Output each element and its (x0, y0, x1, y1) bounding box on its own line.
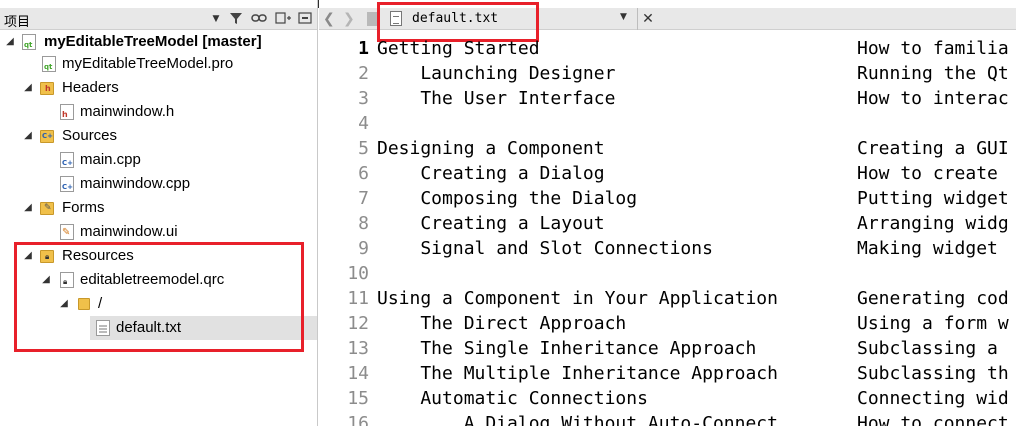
tree-item-pro-file[interactable]: qt myEditableTreeModel.pro (0, 52, 317, 76)
line-number: 5 (358, 138, 369, 159)
code-line-left: Creating a Layout (377, 213, 605, 234)
filter-icon[interactable] (228, 11, 244, 27)
line-number: 8 (358, 213, 369, 234)
expand-arrow-icon[interactable]: ◢ (22, 80, 34, 96)
tree-item-label: Forms (62, 199, 105, 216)
header-file-icon: h (60, 104, 74, 120)
code-line-right: How to connect (857, 413, 1009, 426)
forward-arrow-icon[interactable]: ❯ (343, 10, 357, 28)
close-tab-icon[interactable]: ✕ (641, 10, 655, 28)
tree-item-label: main.cpp (80, 151, 141, 168)
code-line-left: Getting Started (377, 38, 540, 59)
tree-item-mainwindow-h[interactable]: h mainwindow.h (0, 100, 317, 124)
line-number: 7 (358, 188, 369, 209)
project-pane-toolbar: 项目 ▼ (0, 8, 317, 30)
tree-item-label: myEditableTreeModel [master] (44, 33, 262, 50)
code-line-right: Making widget (857, 238, 998, 259)
highlight-box-resources (14, 242, 304, 352)
code-line-right: How to interac (857, 88, 1009, 109)
cpp-file-icon: C+ (60, 152, 74, 168)
pane-title: 项目 (4, 15, 31, 30)
code-line-left: Launching Designer (377, 63, 616, 84)
qt-project-icon: qt (22, 34, 36, 50)
pane-selector-dropdown-icon[interactable]: ▼ (210, 11, 222, 27)
tree-item-mainwindow-ui[interactable]: ✎ mainwindow.ui (0, 220, 317, 244)
tree-item-mainwindow-cpp[interactable]: C+ mainwindow.cpp (0, 172, 317, 196)
headers-folder-icon: h (40, 82, 54, 95)
back-arrow-icon[interactable]: ❮ (323, 10, 337, 28)
code-line-right: Generating cod (857, 288, 1009, 309)
line-number: 6 (358, 163, 369, 184)
tree-item-label: mainwindow.h (80, 103, 175, 120)
tree-item-label: myEditableTreeModel.pro (62, 55, 234, 72)
tree-item-label: mainwindow.cpp (80, 175, 191, 192)
line-number: 10 (347, 263, 369, 284)
code-line-right: How to create (857, 163, 998, 184)
ui-file-icon: ✎ (60, 224, 74, 240)
line-number: 12 (347, 313, 369, 334)
line-number: 11 (347, 288, 369, 309)
code-line-left: Creating a Dialog (377, 163, 605, 184)
line-number: 13 (347, 338, 369, 359)
text-editor: ❮ ❯ default.txt ▼ ✕ 1 2 3 4 5 6 7 8 9 10 11 12 13 14 1… (319, 0, 1016, 426)
expand-arrow-icon[interactable]: ◢ (22, 128, 34, 144)
code-line-left: Using a Component in Your Application (377, 288, 778, 309)
tree-item-label: Headers (62, 79, 119, 96)
cpp-file-icon: C+ (60, 176, 74, 192)
expand-arrow-icon[interactable]: ◢ (4, 34, 16, 50)
project-pane: 项目 ▼ ◢ qt myEditableTreeModel [master] q… (0, 0, 318, 426)
code-line-right: Subclassing th (857, 363, 1009, 384)
line-number: 9 (358, 238, 369, 259)
tree-item-project[interactable]: ◢ qt myEditableTreeModel [master] (0, 30, 317, 54)
tab-dropdown-icon[interactable]: ▼ (620, 12, 627, 22)
code-line-right: Using a form w (857, 313, 1009, 334)
close-pane-icon[interactable] (296, 11, 314, 27)
line-number: 4 (358, 113, 369, 134)
tree-item-sources[interactable]: ◢ C+ Sources (0, 124, 317, 148)
code-line-right: Connecting wid (857, 388, 1009, 409)
code-line-right: How to familia (857, 38, 1009, 59)
sources-folder-icon: C+ (40, 130, 54, 143)
expand-arrow-icon[interactable]: ◢ (22, 200, 34, 216)
toolbar-divider (637, 8, 638, 30)
code-line-right: Subclassing a (857, 338, 998, 359)
line-number: 16 (347, 413, 369, 426)
code-line-left: The Single Inheritance Approach (377, 338, 757, 359)
code-line-left: Composing the Dialog (377, 188, 638, 209)
code-line-right: Running the Qt (857, 63, 1009, 84)
code-line-left: A Dialog Without Auto-Connect (377, 413, 778, 426)
code-line-left: Automatic Connections (377, 388, 648, 409)
code-line-right: Arranging widg (857, 213, 1009, 234)
code-line-left: Designing a Component (377, 138, 605, 159)
tree-item-headers[interactable]: ◢ h Headers (0, 76, 317, 100)
split-icon[interactable] (274, 11, 292, 27)
line-number: 15 (347, 388, 369, 409)
line-number: 14 (347, 363, 369, 384)
link-icon[interactable] (250, 11, 268, 27)
code-line-right: Creating a GUI (857, 138, 1009, 159)
line-number: 1 (358, 38, 369, 59)
code-line-left: The Multiple Inheritance Approach (377, 363, 778, 384)
code-line-left: The User Interface (377, 88, 616, 109)
qt-pro-file-icon: qt (42, 56, 56, 72)
line-number: 3 (358, 88, 369, 109)
tree-item-forms[interactable]: ◢ ✎ Forms (0, 196, 317, 220)
forms-folder-icon: ✎ (40, 202, 54, 215)
code-line-left: Signal and Slot Connections (377, 238, 713, 259)
code-line-right: Putting widget (857, 188, 1009, 209)
tree-item-main-cpp[interactable]: C+ main.cpp (0, 148, 317, 172)
tree-item-label: Sources (62, 127, 118, 144)
tree-item-label: mainwindow.ui (80, 223, 178, 240)
line-number: 2 (358, 63, 369, 84)
code-line-left: The Direct Approach (377, 313, 627, 334)
